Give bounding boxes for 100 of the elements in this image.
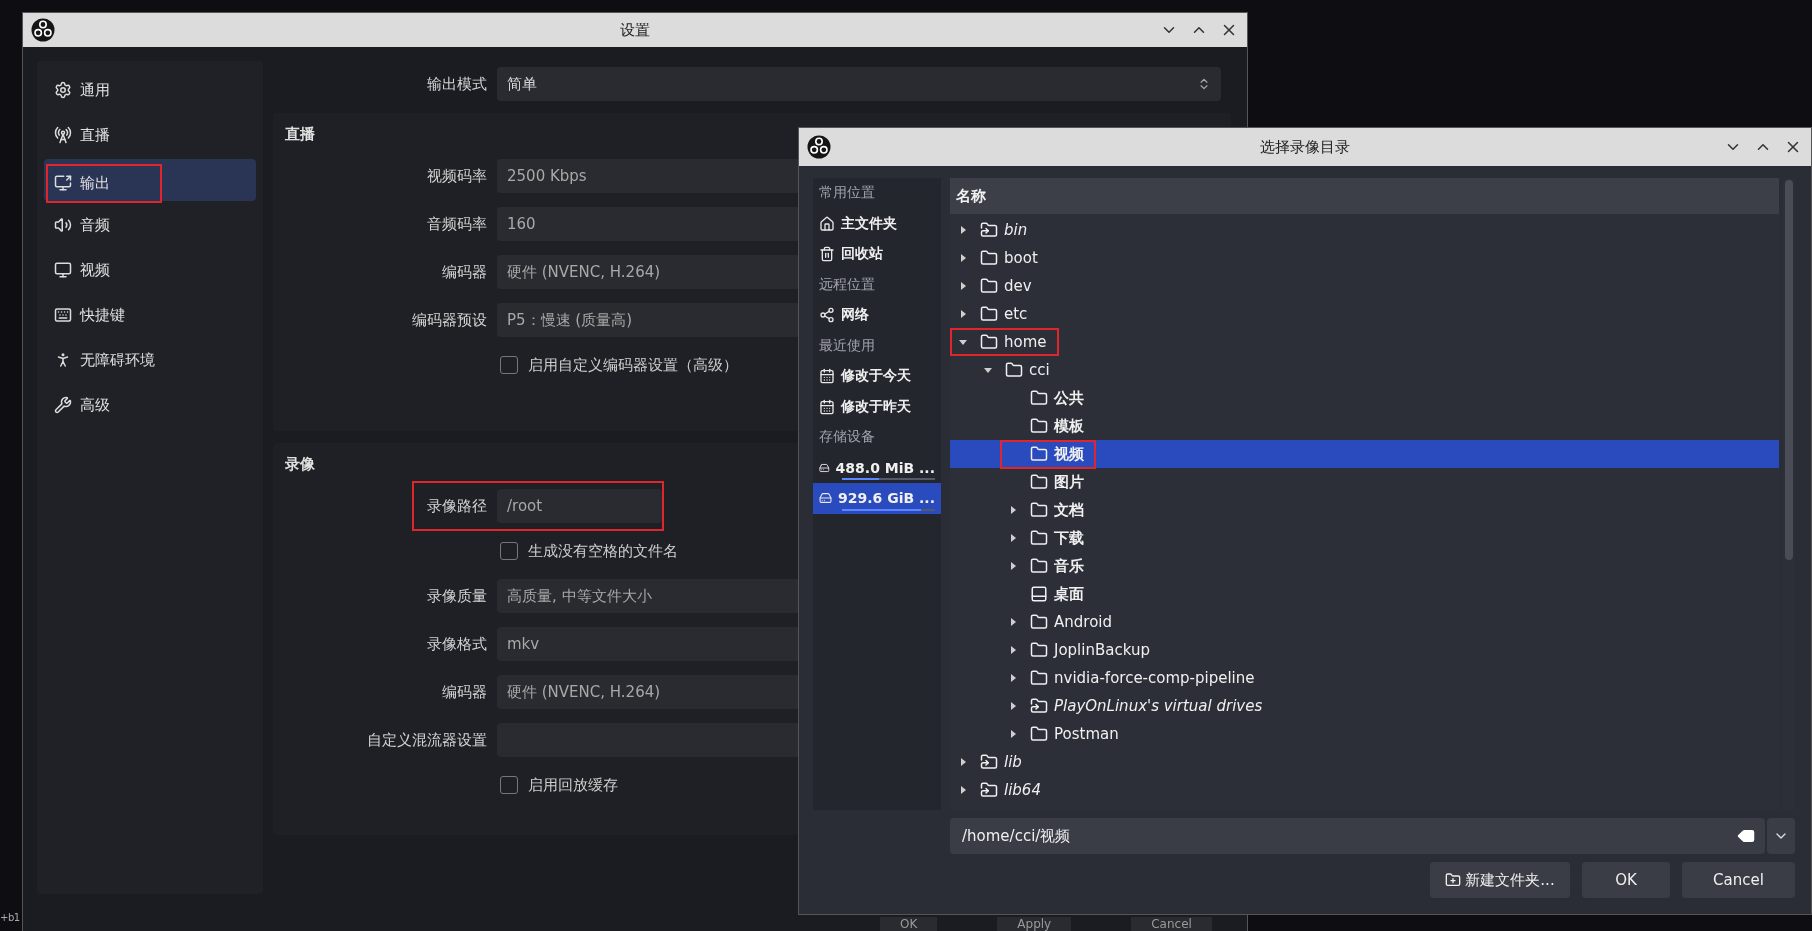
folder-icon	[980, 305, 998, 323]
folder-name: Android	[1054, 613, 1112, 631]
sidebar-item[interactable]: 高级	[44, 384, 256, 426]
place-item[interactable]: 修改于今天	[813, 361, 941, 392]
tree-row[interactable]: Android	[950, 608, 1779, 636]
antenna-icon	[54, 126, 72, 144]
tree-row[interactable]: 模板	[950, 412, 1779, 440]
place-label: 修改于昨天	[841, 397, 911, 416]
sidebar-item[interactable]: 无障碍环境	[44, 339, 256, 381]
window-title: 设置	[620, 20, 650, 40]
tree-row[interactable]: lib64	[950, 776, 1779, 804]
field-label: 编码器预设	[411, 310, 488, 330]
tree-row[interactable]: 桌面	[950, 580, 1779, 608]
sidebar-label: 直播	[80, 125, 110, 145]
screen-share-icon	[54, 174, 72, 192]
folder-name: 音乐	[1054, 556, 1084, 576]
tree-row[interactable]: dev	[950, 272, 1779, 300]
collapsed-arrow-icon[interactable]	[959, 310, 967, 318]
tree-row[interactable]: 视频	[950, 440, 1779, 468]
collapsed-arrow-icon[interactable]	[959, 254, 967, 262]
tree-row[interactable]: etc	[950, 300, 1779, 328]
checkbox[interactable]	[500, 776, 518, 794]
wrench-icon	[54, 396, 72, 414]
tree-row[interactable]: home	[950, 328, 1779, 356]
expanded-arrow-icon[interactable]	[984, 366, 992, 374]
field-label: 编码器	[441, 262, 488, 282]
sidebar-item[interactable]: 快捷键	[44, 294, 256, 336]
tree-row[interactable]: Postman	[950, 720, 1779, 748]
dropdown-button[interactable]	[1767, 818, 1795, 854]
window-title: 选择录像目录	[1260, 137, 1350, 157]
dialog-button[interactable]: OK	[880, 917, 938, 931]
collapsed-arrow-icon[interactable]	[959, 282, 967, 290]
collapsed-arrow-icon[interactable]	[1009, 674, 1017, 682]
collapsed-arrow-icon[interactable]	[959, 226, 967, 234]
checkbox-label: 启用自定义编码器设置（高级）	[528, 355, 738, 375]
folder-name: 下载	[1054, 528, 1084, 548]
folder-icon	[1030, 613, 1048, 631]
dropdown[interactable]: 简单	[497, 67, 1221, 101]
sidebar-label: 无障碍环境	[80, 350, 155, 370]
section-header: 最近使用	[819, 336, 875, 355]
dialog-button[interactable]: Cancel	[1682, 862, 1795, 898]
folder-name: lib	[1004, 753, 1022, 771]
place-label: 回收站	[841, 245, 883, 264]
column-header[interactable]: 名称	[950, 178, 1779, 214]
place-item[interactable]: 回收站	[813, 239, 941, 270]
calendar-icon	[819, 398, 835, 415]
field-label: 录像格式	[426, 634, 488, 654]
tree-row[interactable]: nvidia-force-comp-pipeline	[950, 664, 1779, 692]
collapsed-arrow-icon[interactable]	[1009, 730, 1017, 738]
collapsed-arrow-icon[interactable]	[1009, 646, 1017, 654]
sidebar-item[interactable]: 输出	[44, 159, 256, 201]
tree-row[interactable]: 下载	[950, 524, 1779, 552]
checkbox-label: 生成没有空格的文件名	[528, 541, 678, 561]
sidebar-item[interactable]: 通用	[44, 69, 256, 111]
sidebar-label: 输出	[80, 173, 110, 193]
calendar-icon	[819, 368, 835, 385]
tree-row[interactable]: bin	[950, 216, 1779, 244]
sidebar-item[interactable]: 视频	[44, 249, 256, 291]
place-item[interactable]: 929.6 GiB ...	[813, 483, 941, 514]
dialog-button[interactable]: OK	[1582, 862, 1670, 898]
sidebar-label: 通用	[80, 80, 110, 100]
dialog-button[interactable]: Apply	[997, 917, 1072, 931]
tree-row[interactable]: lib	[950, 748, 1779, 776]
expanded-arrow-icon[interactable]	[959, 338, 967, 346]
place-item[interactable]: 488.0 MiB ...	[813, 452, 941, 483]
folder-name: 图片	[1054, 472, 1084, 492]
dialog-button[interactable]: 新建文件夹...	[1430, 862, 1570, 898]
tree-row[interactable]: 音乐	[950, 552, 1779, 580]
place-item[interactable]: 网络	[813, 300, 941, 331]
tree-row[interactable]: 公共	[950, 384, 1779, 412]
tree-row[interactable]: JoplinBackup	[950, 636, 1779, 664]
path-field[interactable]: /home/cci/视频	[950, 818, 1765, 854]
tree-row[interactable]: 图片	[950, 468, 1779, 496]
place-item[interactable]: 修改于昨天	[813, 391, 941, 422]
collapsed-arrow-icon[interactable]	[1009, 562, 1017, 570]
collapsed-arrow-icon[interactable]	[1009, 618, 1017, 626]
place-item[interactable]: 主文件夹	[813, 208, 941, 239]
collapsed-arrow-icon[interactable]	[959, 758, 967, 766]
tree-row[interactable]: cci	[950, 356, 1779, 384]
folder-name: Postman	[1054, 725, 1119, 743]
clear-icon[interactable]	[1737, 827, 1755, 845]
checkbox[interactable]	[500, 542, 518, 560]
section-header: 远程位置	[819, 275, 875, 294]
folder-icon	[1030, 557, 1048, 575]
tree-row[interactable]: PlayOnLinux's virtual drives	[950, 692, 1779, 720]
collapsed-arrow-icon[interactable]	[1009, 534, 1017, 542]
text-field[interactable]: /root	[497, 489, 662, 523]
sidebar-item[interactable]: 音频	[44, 204, 256, 246]
sidebar-item[interactable]: 直播	[44, 114, 256, 156]
home-icon	[819, 215, 835, 232]
checkbox[interactable]	[500, 356, 518, 374]
collapsed-arrow-icon[interactable]	[959, 786, 967, 794]
tree-row[interactable]: boot	[950, 244, 1779, 272]
folder-name: 公共	[1054, 388, 1084, 408]
collapsed-arrow-icon[interactable]	[1009, 702, 1017, 710]
place-label: 主文件夹	[841, 214, 897, 233]
tree-row[interactable]: 文档	[950, 496, 1779, 524]
dialog-button[interactable]: Cancel	[1131, 917, 1212, 931]
collapsed-arrow-icon[interactable]	[1009, 506, 1017, 514]
monitor-icon	[54, 261, 72, 279]
